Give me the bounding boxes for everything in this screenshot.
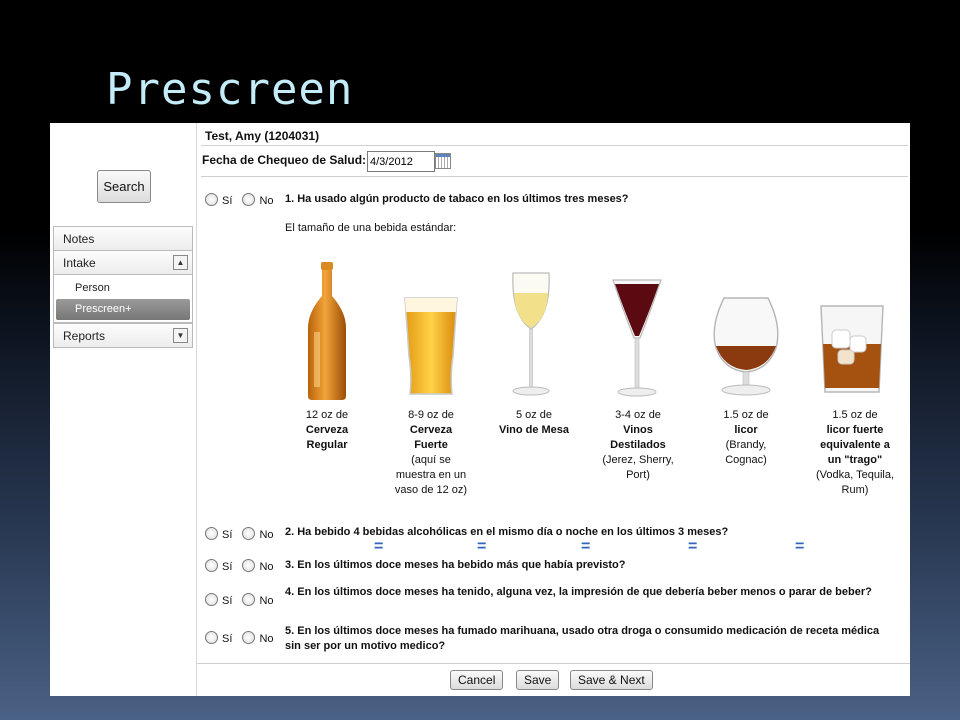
sidebar: Search Notes Intake ▲ Person Prescreen+ … [50,123,197,696]
wine-glass-icon [512,272,550,396]
sidebar-item-label: Intake [63,256,96,270]
question-1-options: Sí No [205,193,281,207]
radio-label: No [259,195,274,207]
radio-label: Sí [222,595,233,607]
calendar-icon[interactable] [435,153,451,169]
divider [201,176,908,177]
drink-note: (Vodka, Tequila, Rum) [815,469,895,496]
chevron-down-icon[interactable]: ▼ [173,328,188,343]
brandy-snifter-icon [713,297,779,396]
drink-name: Vino de Mesa [498,424,570,436]
save-button[interactable]: Save [516,670,560,690]
sidebar-submenu-intake: Person Prescreen+ [53,275,193,323]
drink-amount: 8-9 oz de [408,409,454,421]
question-5-options: Sí No [205,631,281,645]
radio-q1-yes[interactable] [205,193,218,206]
cancel-button[interactable]: Cancel [450,670,504,690]
drink-note: (Brandy, Cognac) [725,439,767,466]
radio-q4-yes[interactable] [205,593,218,606]
equals-sign: = [688,538,698,555]
sidebar-item-person[interactable]: Person [56,278,190,299]
drink-note: (Jerez, Sherry, Port) [602,454,674,481]
radio-label: No [259,595,274,607]
standard-drinks-chart: 12 oz de Cerveza Regular = 8-9 oz de Cer… [292,258,912,555]
search-button[interactable]: Search [97,170,151,203]
question-4-text: 4. En los últimos doce meses ha tenido, … [285,586,872,598]
rocks-glass-icon [820,305,884,393]
drink-3-caption: 5 oz de Vino de Mesa [488,408,580,438]
drink-name: Vinos Destilados [610,424,666,451]
drink-amount: 1.5 oz de [832,409,878,421]
drink-amount: 3-4 oz de [615,409,661,421]
action-bar: Cancel Save Save & Next [197,663,910,697]
radio-q2-yes[interactable] [205,527,218,540]
cordial-glass-icon [612,279,662,397]
equals-sign: = [374,538,384,555]
divider [201,145,908,146]
sidebar-item-notes[interactable]: Notes [53,226,193,251]
question-3-options: Sí No [205,559,281,573]
chevron-up-icon[interactable]: ▲ [173,255,188,270]
date-field[interactable] [367,151,435,172]
equals-sign: = [795,538,805,555]
drink-name: licor fuerte equivalente a un "trago" [820,424,890,466]
sidebar-nav: Notes Intake ▲ Person Prescreen+ Reports… [53,226,193,348]
drink-amount: 1.5 oz de [723,409,769,421]
equals-sign: = [477,538,487,555]
sidebar-item-label: Notes [63,232,95,246]
drink-name: Cerveza Regular [305,424,349,451]
question-1-text: 1. Ha usado algún producto de tabaco en … [285,193,629,205]
app-window: Search Notes Intake ▲ Person Prescreen+ … [50,123,910,696]
radio-q4-no[interactable] [242,593,256,606]
drink-name: licor [734,424,758,436]
radio-label: Sí [222,195,233,207]
sidebar-item-reports[interactable]: Reports ▼ [53,323,193,348]
equals-sign: = [581,538,591,555]
radio-q5-no[interactable] [242,631,256,644]
drink-amount: 12 oz de [305,409,349,421]
radio-q2-no[interactable] [242,527,256,540]
radio-q3-no[interactable] [242,559,256,572]
main-panel: Test, Amy (1204031) Fecha de Chequeo de … [197,123,910,696]
sidebar-item-label: Reports [63,329,106,343]
radio-label: Sí [222,633,233,645]
radio-q1-no[interactable] [242,193,256,206]
radio-label: No [259,529,274,541]
radio-q3-yes[interactable] [205,559,218,572]
drink-4-caption: 3-4 oz de Vinos Destilados (Jerez, Sherr… [591,408,685,483]
question-2-options: Sí No [205,527,281,541]
radio-label: Sí [222,561,233,573]
drink-amount: 5 oz de [515,409,553,421]
beer-glass-icon [404,297,458,395]
drink-5-caption: 1.5 oz de licor (Brandy, Cognac) [701,408,791,468]
sidebar-item-prescreen[interactable]: Prescreen+ [56,299,190,320]
question-2-text: 2. Ha bebido 4 bebidas alcohólicas en el… [285,526,729,538]
drink-2-caption: 8-9 oz de Cerveza Fuerte (aquí se muestr… [386,408,476,498]
slide-title: Prescreen [106,64,354,115]
radio-q5-yes[interactable] [205,631,218,644]
radio-label: Sí [222,529,233,541]
drink-note: (aquí se muestra en un vaso de 12 oz) [394,454,468,496]
drink-name: Cerveza Fuerte [409,424,453,451]
drink-size-intro: El tamaño de una bebida estándar: [285,222,457,234]
beer-bottle-icon [308,262,346,400]
radio-label: No [259,561,274,573]
question-5-text: 5. En los últimos doce meses ha fumado m… [285,625,880,652]
question-3-text: 3. En los últimos doce meses ha bebido m… [285,559,626,571]
drink-1-caption: 12 oz de Cerveza Regular [282,408,372,453]
question-4-options: Sí No [205,593,281,607]
patient-header: Test, Amy (1204031) [205,129,320,143]
drink-6-caption: 1.5 oz de licor fuerte equivalente a un … [808,408,902,498]
save-next-button[interactable]: Save & Next [570,670,653,690]
sidebar-item-intake[interactable]: Intake ▲ [53,250,193,275]
radio-label: No [259,633,274,645]
date-field-label: Fecha de Chequeo de Salud: [202,153,367,167]
